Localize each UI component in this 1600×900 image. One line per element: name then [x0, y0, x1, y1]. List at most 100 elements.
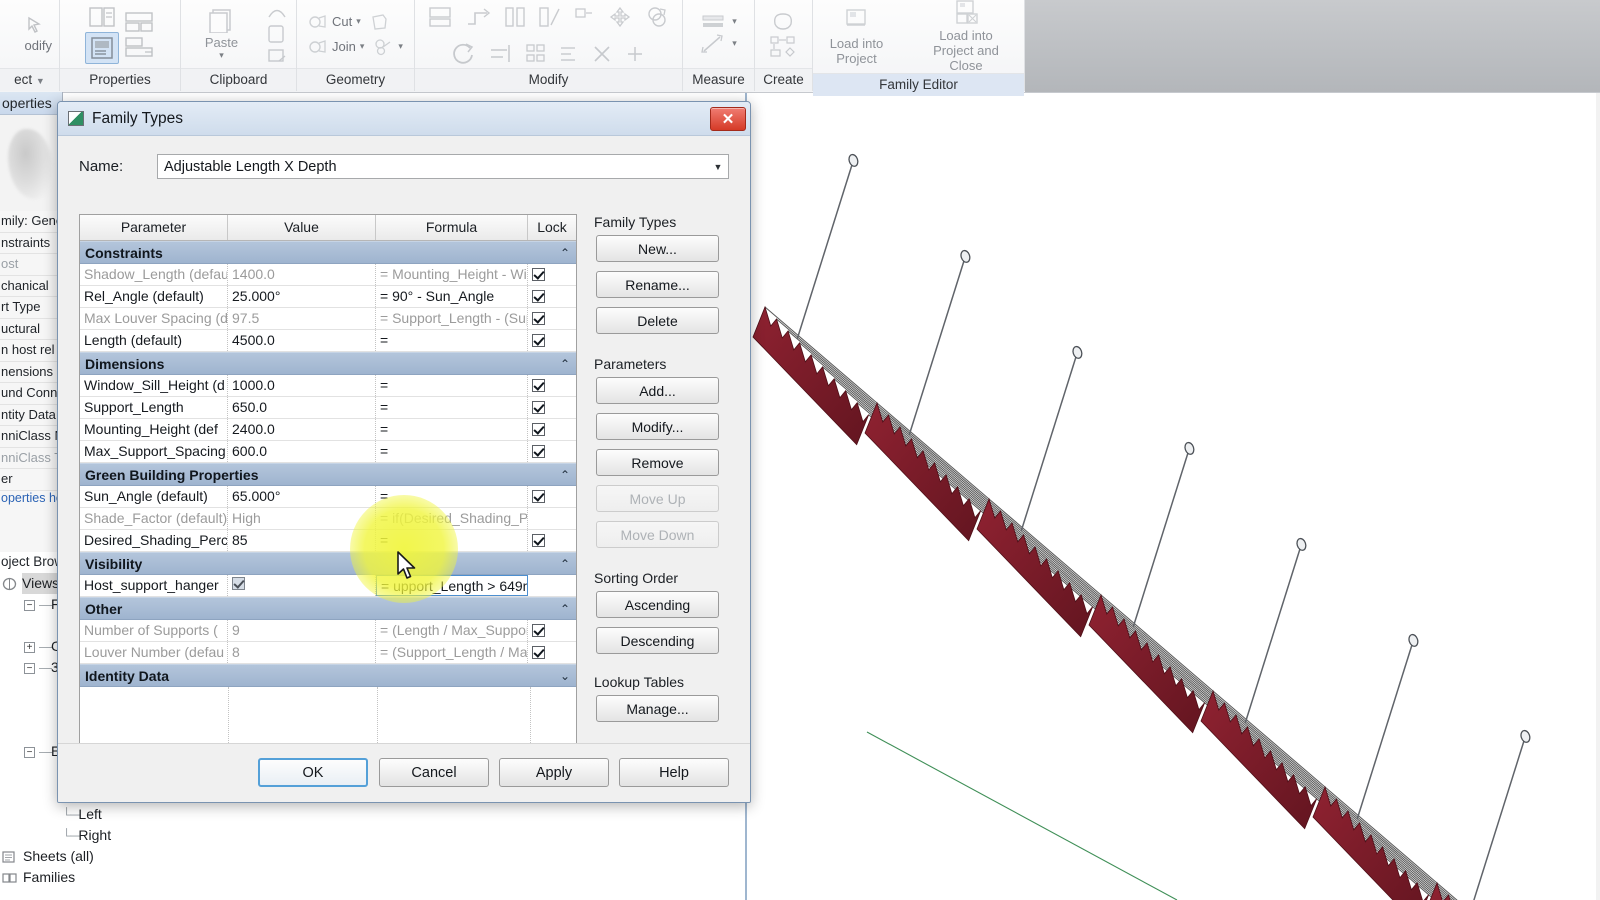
properties-palette-row[interactable]: er: [0, 469, 62, 491]
parameter-row[interactable]: Desired_Shading_Perce 85 =: [80, 530, 576, 552]
parameter-name-cell[interactable]: Window_Sill_Height (d: [80, 375, 228, 396]
chevron-down-icon[interactable]: ▼: [708, 162, 728, 172]
parameter-row[interactable]: Support_Length 650.0 =: [80, 397, 576, 419]
help-button[interactable]: Help: [619, 758, 729, 787]
chevron-toggle-icon[interactable]: ⌃: [554, 357, 576, 371]
parameter-row[interactable]: Rel_Angle (default) 25.000° = 90° - Sun_An…: [80, 286, 576, 308]
parameter-lock-cell[interactable]: [528, 308, 576, 329]
parameters-table[interactable]: Parameter Value Formula Lock Constraints…: [79, 214, 577, 769]
properties-help-link[interactable]: operties hel: [0, 491, 62, 505]
lock-checkbox[interactable]: [532, 290, 545, 303]
parameter-row[interactable]: Louver Number (defau 8 = (Support_Length /…: [80, 642, 576, 664]
parameter-formula-cell-editing[interactable]: = upport_Length > 649m: [376, 575, 528, 596]
chevron-toggle-icon[interactable]: ⌃: [554, 602, 576, 616]
parameter-value-cell[interactable]: 25.000°: [228, 286, 376, 307]
project-browser-item[interactable]: └─Left: [0, 804, 200, 825]
paste-caret-icon[interactable]: ▾: [219, 50, 224, 61]
family-type-name-combobox[interactable]: Adjustable Length X Depth ▼: [157, 154, 729, 179]
paste-button[interactable]: Paste ▾: [188, 7, 255, 61]
properties-palette-row[interactable]: ost: [0, 254, 62, 276]
cut-button[interactable]: Cut ▾: [308, 13, 389, 31]
properties-palette-row[interactable]: uctural: [0, 319, 62, 340]
cut-caret-icon[interactable]: ▾: [356, 16, 361, 27]
tree-expander-icon[interactable]: −: [24, 662, 35, 674]
parameter-name-cell[interactable]: Shadow_Length (defau: [80, 264, 228, 285]
rename-type-button[interactable]: Rename...: [596, 271, 719, 298]
lock-checkbox[interactable]: [532, 423, 545, 436]
parameter-lock-cell[interactable]: [528, 330, 576, 351]
parameter-formula-cell[interactable]: =: [376, 486, 528, 507]
parameter-lock-cell[interactable]: [528, 375, 576, 396]
properties-palette-row[interactable]: chanical: [0, 276, 62, 297]
parameter-lock-cell[interactable]: [528, 286, 576, 307]
parameter-name-cell[interactable]: Mounting_Height (def: [80, 419, 228, 440]
parameter-value-cell[interactable]: 600.0: [228, 441, 376, 462]
parameter-name-cell[interactable]: Max_Support_Spacing: [80, 441, 228, 462]
parameter-formula-cell[interactable]: = if(Desired_Shading_Per: [376, 508, 528, 529]
cancel-button[interactable]: Cancel: [379, 758, 489, 787]
properties-palette-row[interactable]: nstraints: [0, 233, 62, 254]
parameter-lock-cell[interactable]: [528, 419, 576, 440]
parameter-name-cell[interactable]: Rel_Angle (default): [80, 286, 228, 307]
parameter-group-header[interactable]: Other ⌃: [80, 597, 576, 620]
parameter-formula-cell[interactable]: = 90° - Sun_Angle: [376, 286, 528, 307]
lock-checkbox[interactable]: [532, 401, 545, 414]
parameter-row[interactable]: Mounting_Height (def 2400.0 =: [80, 419, 576, 441]
lock-checkbox[interactable]: [532, 445, 545, 458]
visibility-checkbox[interactable]: [232, 577, 245, 590]
close-icon[interactable]: ✕: [710, 106, 746, 131]
parameter-name-cell[interactable]: Shade_Factor (default): [80, 508, 228, 529]
column-header-formula[interactable]: Formula: [376, 215, 528, 240]
new-type-button[interactable]: New...: [596, 235, 719, 262]
parameter-formula-cell[interactable]: = Mounting_Height - Wi: [376, 264, 528, 285]
lock-checkbox[interactable]: [532, 534, 545, 547]
parameter-row[interactable]: Max Louver Spacing (d 97.5 = Support_Lengt…: [80, 308, 576, 330]
parameter-row[interactable]: Shadow_Length (defau 1400.0 = Mounting_Hei…: [80, 264, 576, 286]
parameter-value-cell[interactable]: 2400.0: [228, 419, 376, 440]
load-into-project-button[interactable]: Load into Project: [820, 8, 893, 66]
project-browser-item[interactable]: Families: [0, 867, 200, 888]
lock-checkbox[interactable]: [532, 490, 545, 503]
sort-ascending-button[interactable]: Ascending: [596, 591, 719, 618]
parameter-value-cell[interactable]: 65.000°: [228, 486, 376, 507]
parameter-formula-cell[interactable]: =: [376, 441, 528, 462]
parameter-row[interactable]: Window_Sill_Height (d 1000.0 =: [80, 375, 576, 397]
parameter-value-checkbox-cell[interactable]: [228, 575, 376, 596]
parameter-row[interactable]: Host_support_hanger = upport_Length > 649…: [80, 575, 576, 597]
parameter-lock-cell[interactable]: [528, 486, 576, 507]
parameter-name-cell[interactable]: Host_support_hanger: [80, 575, 228, 596]
chevron-toggle-icon[interactable]: ⌄: [554, 669, 576, 683]
project-browser-item[interactable]: └─Right: [0, 825, 200, 846]
tree-expander-icon[interactable]: −: [24, 746, 35, 758]
dialog-titlebar[interactable]: Family Types ✕: [58, 102, 750, 136]
modify-parameter-button[interactable]: Modify...: [596, 413, 719, 440]
sort-descending-button[interactable]: Descending: [596, 627, 719, 654]
parameter-group-header[interactable]: Constraints ⌃: [80, 241, 576, 264]
parameter-formula-cell[interactable]: = (Support_Length / Max: [376, 642, 528, 663]
parameter-lock-cell[interactable]: [528, 508, 576, 529]
project-browser-item[interactable]: Sheets (all): [0, 846, 200, 867]
lock-checkbox[interactable]: [532, 268, 545, 281]
properties-palette-row[interactable]: nniClass N: [0, 426, 62, 448]
parameter-name-cell[interactable]: Sun_Angle (default): [80, 486, 228, 507]
parameter-row[interactable]: Number of Supports (9 = (Length / Max_Sup…: [80, 620, 576, 642]
properties-palette-row[interactable]: n host rel: [0, 340, 62, 362]
parameter-value-cell[interactable]: 4500.0: [228, 330, 376, 351]
chevron-toggle-icon[interactable]: ⌃: [554, 557, 576, 571]
parameter-name-cell[interactable]: Desired_Shading_Perce: [80, 530, 228, 551]
properties-palette-row[interactable]: und Conn: [0, 383, 62, 405]
column-header-value[interactable]: Value: [228, 215, 376, 240]
parameter-value-cell[interactable]: 97.5: [228, 308, 376, 329]
parameter-value-cell[interactable]: 650.0: [228, 397, 376, 418]
parameter-value-cell[interactable]: 1400.0: [228, 264, 376, 285]
parameter-lock-cell[interactable]: [528, 530, 576, 551]
parameter-lock-cell[interactable]: [528, 441, 576, 462]
lock-checkbox[interactable]: [532, 334, 545, 347]
parameter-name-cell[interactable]: Louver Number (defau: [80, 642, 228, 663]
chevron-toggle-icon[interactable]: ⌃: [554, 246, 576, 260]
apply-button[interactable]: Apply: [499, 758, 609, 787]
column-header-lock[interactable]: Lock: [528, 215, 576, 240]
parameter-row[interactable]: Max_Support_Spacing 600.0 =: [80, 441, 576, 463]
parameter-value-cell[interactable]: 9: [228, 620, 376, 641]
parameter-group-header[interactable]: Green Building Properties ⌃: [80, 463, 576, 486]
